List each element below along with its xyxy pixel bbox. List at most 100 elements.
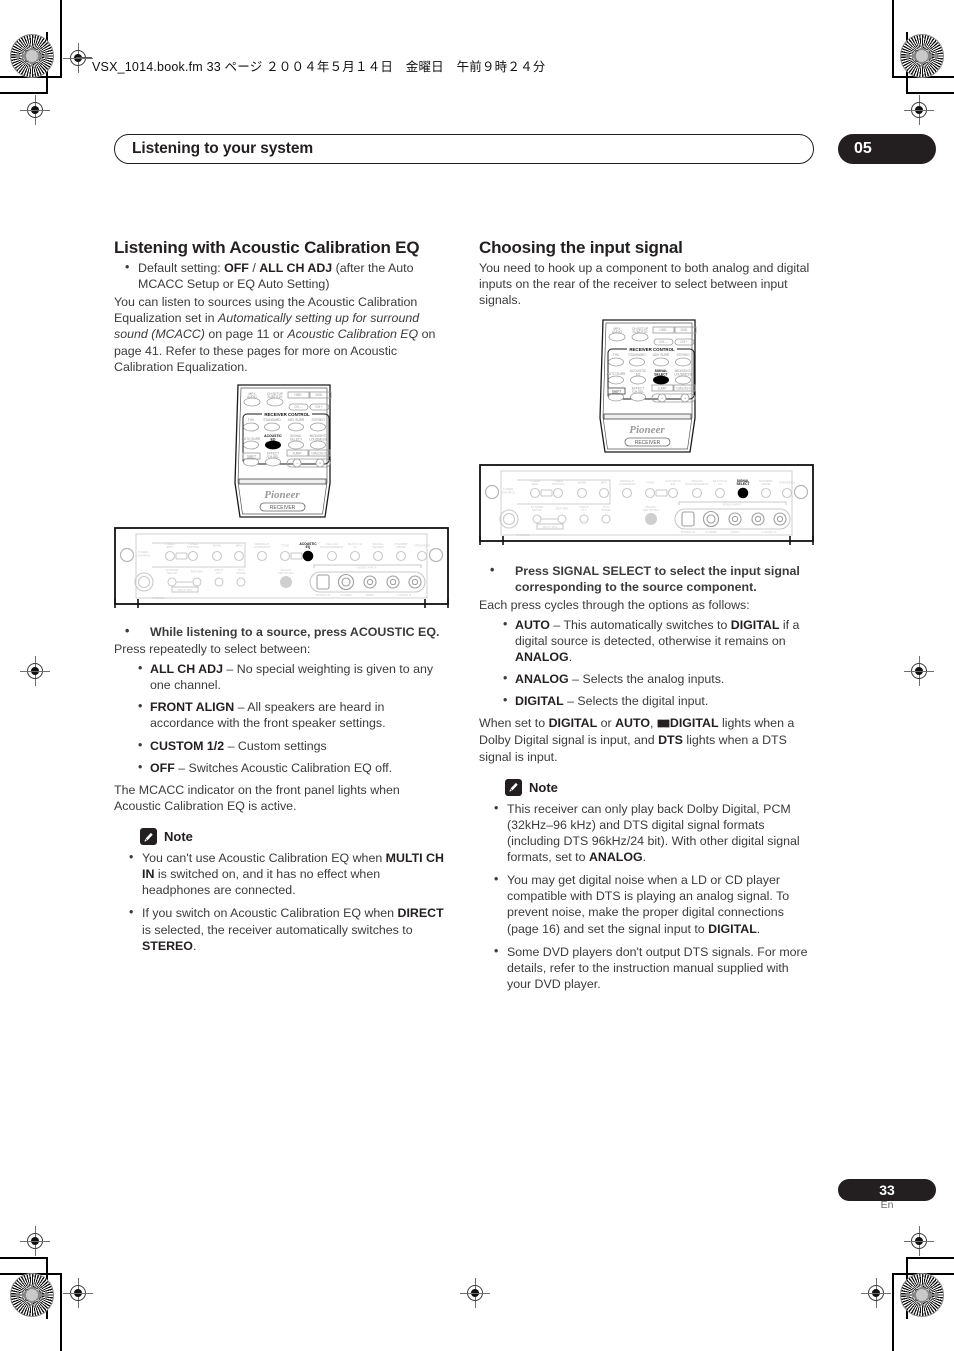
note-text: . [192,938,197,953]
panel-highlighted-control-signal-select[interactable] [737,487,749,499]
svg-text:DVD: DVD [680,328,687,332]
svg-text:STANDARD: STANDARD [263,418,281,422]
default-setting-value-allchadj: ALL CH ADJ [259,260,333,275]
svg-text:HDD: HDD [294,393,302,397]
remote-highlighted-button-acoustic-eq[interactable] [264,440,281,450]
remote-control-illustration: MPXAUDIO CH SETUPSUBTITLE HDD DVD CH – CH … [598,319,696,453]
option-term: DIGITAL [515,694,564,709]
svg-text:CONTROL: CONTROL [136,553,151,557]
registration-mark [63,43,93,73]
step-follow-text: Press repeatedly to select between: [114,641,311,656]
acoustic-eq-step-list: While listening to a source, press ACOUS… [114,623,449,640]
closing-text: or [597,716,616,731]
svg-text:STATION: STATION [187,545,200,549]
svg-text:S-VIDEO: S-VIDEO [340,593,352,597]
option-item: ALL CH ADJ – No special weighting is giv… [114,660,449,693]
remote-control-figure-right: MPX AUDIO CH SETUP SUBTITLE HDD DVD CH – CH … [479,318,814,454]
note-item: If you switch on Acoustic Calibration EQ… [114,904,449,953]
option-desc: – Custom settings [224,738,327,753]
crop-rule [892,0,894,78]
note-label: Note [164,829,193,844]
option-desc: – This automatically switches to [549,617,731,632]
svg-text:MODE: MODE [397,545,406,549]
page-language-code: En [880,1199,894,1211]
svg-text:THX: THX [247,418,254,422]
running-head: Listening to your system [114,134,814,164]
crop-rule [60,1273,62,1351]
crop-rule [906,92,954,94]
svg-text:RETURN: RETURN [191,569,204,573]
panel-highlighted-control-acoustic-eq[interactable] [302,550,314,562]
option-desc: – Switches Acoustic Calibration EQ off. [174,760,393,775]
crop-rule [0,92,48,94]
default-setting-separator: / [248,260,260,275]
file-slug-line: VSX_1014.book.fm 33 ページ ２００４年５月１４日 金曜日 午… [92,60,546,74]
option-item: AUTO – This automatically switches to DI… [479,616,814,665]
svg-text:SETUP MIC: SETUP MIC [278,571,295,575]
svg-text:RETURN: RETURN [556,507,569,511]
dolby-double-d-icon [657,716,670,732]
note-text: . [642,850,647,864]
option-desc: – Selects the digital input. [563,694,709,709]
note-text: is selected, the receiver automatically … [142,922,413,937]
remote-receiver-control-label: RECEIVER CONTROL [629,347,675,352]
svg-text:SETUP MIC: SETUP MIC [643,508,660,512]
option-item: FRONT ALIGN – All speakers are heard in … [114,698,449,731]
svg-text:ENHANCEMENT: ENHANCEMENT [685,482,708,486]
crop-rule [892,1273,894,1351]
remote-brand-pioneer: Pioneer [629,424,665,436]
right-column: Choosing the input signal You need to ho… [479,238,814,999]
svg-text:S-VIDEO: S-VIDEO [705,530,717,534]
note-emphasis: DIGITAL [708,921,757,936]
svg-text:MODE: MODE [237,571,246,575]
section-heading-input-signal: Choosing the input signal [479,238,683,257]
registration-mark [20,95,50,125]
svg-text:LOUDNESS: LOUDNESS [674,373,692,377]
front-panel-illustration: TUNERCONTROL TUNEREDIT TUNERSTATION BAND… [114,526,449,608]
registration-mark [904,656,934,686]
intro-text-2: on page 11 or [204,327,288,342]
svg-text:IN: IN [354,545,357,549]
remote-brand-pioneer: Pioneer [264,489,300,501]
signal-options-list: AUTO – This automatically switches to DI… [479,616,814,710]
svg-text:ENHANCEMENT: ENHANCEMENT [320,545,343,549]
starburst-target-mark [10,34,54,78]
svg-text:ADV SURR: ADV SURR [287,418,304,422]
starburst-target-mark [10,1273,54,1317]
intro-italic-acoustic-eq: Acoustic Calibration EQ [287,327,419,342]
svg-text:JUMP: JUMP [292,451,301,455]
svg-text:SELECT: SELECT [289,437,301,441]
remote-receiver-control-label: RECEIVER CONTROL [264,412,310,417]
remote-highlighted-button-signal-select[interactable] [652,375,669,385]
svg-text:SETUP: SETUP [532,508,542,512]
registration-mark [904,95,934,125]
svg-text:JUMP: JUMP [657,387,666,391]
svg-text:STATION: STATION [552,482,565,486]
option-emphasis: ANALOG [515,649,569,664]
front-panel-illustration: TUNERCONTROL TUNEREDIT TUNERSTATION BAND… [479,464,814,546]
content-columns: Listening with Acoustic Calibration EQ D… [114,238,814,999]
crop-rule [906,32,908,94]
svg-text:AUDIO: AUDIO [611,330,622,334]
svg-text:SELECT: SELECT [372,545,384,549]
svg-text:STANDARD: STANDARD [628,353,646,357]
note-header-left: Note [140,828,449,845]
note-emphasis: ANALOG [588,850,643,864]
default-setting-list: Default setting: OFF / ALL CH ADJ (after… [114,259,449,292]
acoustic-eq-options-list: ALL CH ADJ – No special weighting is giv… [114,660,449,776]
svg-text:CONTROL: CONTROL [501,491,516,495]
page-title: Listening to your system [132,140,314,157]
svg-text:LOUDNESS: LOUDNESS [619,482,636,486]
svg-text:ADV SURR: ADV SURR [652,353,669,357]
option-term: AUTO [515,617,550,632]
svg-text:THX: THX [612,353,619,357]
pencil-note-icon [505,778,522,796]
page-number-badge: 33 [838,1179,936,1201]
default-setting-item: Default setting: OFF / ALL CH ADJ (after… [114,259,449,292]
option-item: OFF – Switches Acoustic Calibration EQ o… [114,759,449,776]
closing-emphasis: AUTO [615,716,650,731]
svg-text:MULTI JOG: MULTI JOG [543,525,558,529]
note-list-right: This receiver can only play back Dolby D… [479,800,814,992]
crop-rule [46,1257,48,1319]
crop-rule [46,32,48,94]
